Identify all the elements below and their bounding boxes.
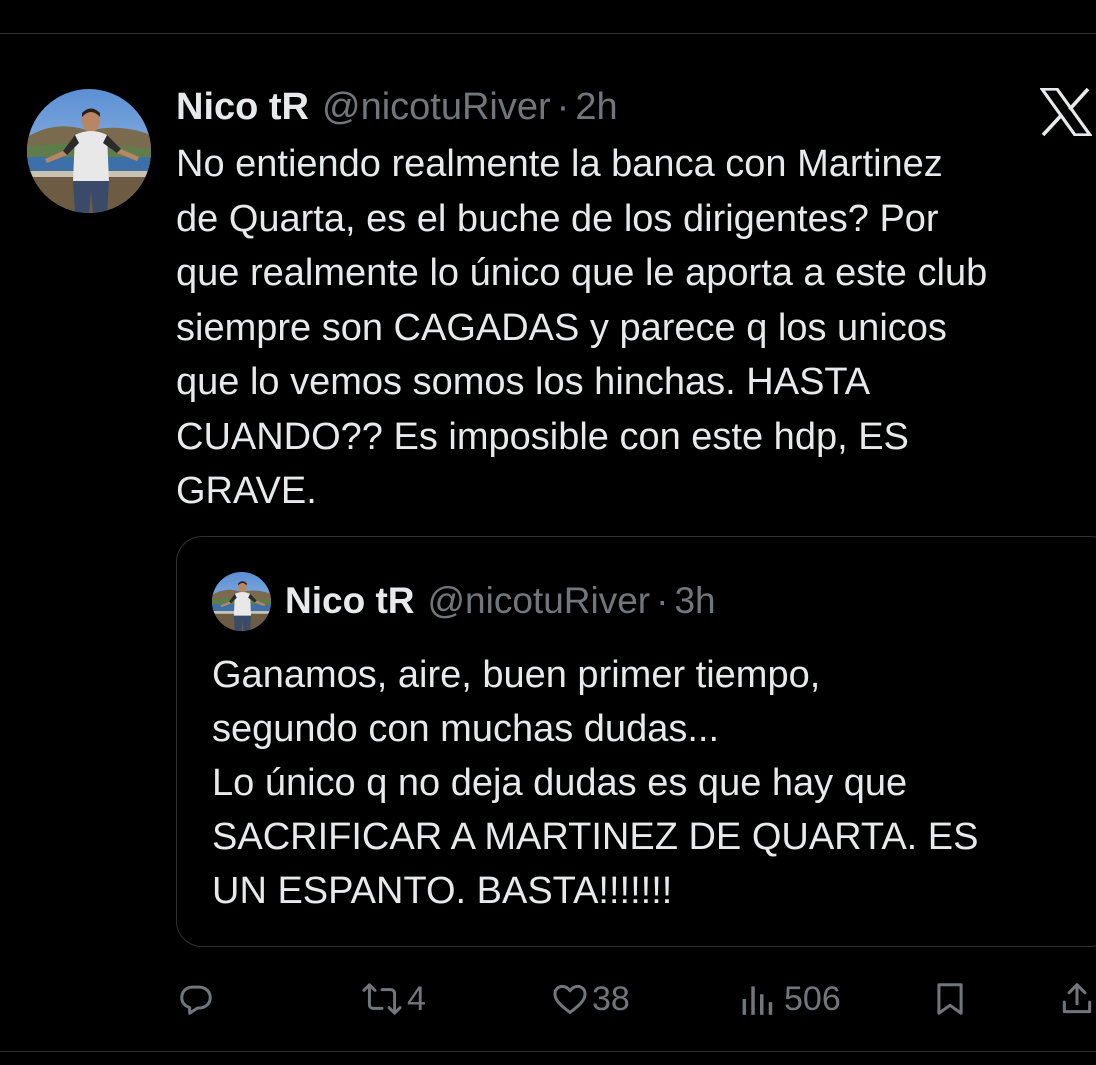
quoted-author-avatar[interactable] — [212, 572, 271, 631]
author-handle[interactable]: @nicotuRiver — [322, 82, 551, 132]
top-divider — [0, 33, 1096, 34]
share-button[interactable] — [1058, 973, 1096, 1025]
retweet-button[interactable]: 4 — [360, 973, 426, 1025]
bottom-divider — [0, 1051, 1096, 1052]
views-button[interactable]: 506 — [741, 973, 841, 1025]
quoted-author-display-name[interactable]: Nico tR — [285, 577, 415, 625]
tweet-action-bar: 4 38 506 — [0, 973, 1096, 1025]
quoted-tweet-header: Nico tR @nicotuRiver · 3h — [285, 577, 716, 625]
heart-icon — [551, 980, 589, 1018]
avatar-photo — [27, 89, 151, 213]
quoted-avatar-photo — [212, 572, 271, 631]
reply-button[interactable] — [177, 973, 218, 1025]
quoted-tweet-timestamp[interactable]: 3h — [674, 577, 715, 625]
retweet-icon — [360, 980, 404, 1018]
tweet-text: No entiendo realmente la banca con Marti… — [176, 143, 988, 512]
like-count: 38 — [592, 979, 630, 1018]
bookmark-button[interactable] — [931, 973, 969, 1025]
quoted-author-handle[interactable]: @nicotuRiver — [428, 577, 651, 625]
tweet-timestamp[interactable]: 2h — [575, 82, 617, 132]
views-icon — [741, 980, 773, 1018]
header-separator: · — [556, 86, 570, 128]
author-display-name[interactable]: Nico tR — [176, 82, 309, 132]
views-count: 506 — [784, 979, 841, 1018]
share-icon — [1058, 980, 1096, 1018]
x-logo-icon — [1038, 87, 1094, 137]
quoted-tweet-card[interactable]: Nico tR @nicotuRiver · 3h Ganamos, aire,… — [176, 536, 1096, 947]
quoted-header-separator: · — [656, 580, 669, 621]
quoted-tweet-text: Ganamos, aire, buen primer tiempo, segun… — [212, 654, 979, 912]
tweet-header: Nico tR @nicotuRiver · 2h — [176, 82, 618, 132]
reply-icon — [177, 980, 215, 1018]
author-avatar[interactable] — [27, 89, 151, 213]
retweet-count: 4 — [407, 979, 426, 1018]
bookmark-icon — [931, 980, 969, 1018]
like-button[interactable]: 38 — [551, 973, 630, 1025]
